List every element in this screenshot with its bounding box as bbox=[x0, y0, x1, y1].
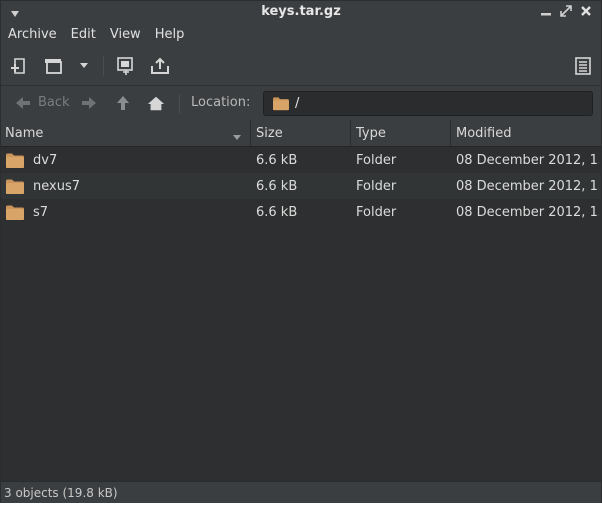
column-type[interactable]: Type bbox=[352, 120, 451, 146]
toolbar-separator bbox=[103, 56, 104, 76]
file-size: 6.6 kB bbox=[256, 178, 298, 194]
column-type-label: Type bbox=[356, 125, 386, 141]
table-row[interactable]: s7 6.6 kB Folder 08 December 2012, 13… bbox=[1, 199, 601, 225]
extract-icon[interactable] bbox=[115, 55, 137, 77]
menu-bar: Archive Edit View Help bbox=[1, 23, 601, 45]
menu-edit[interactable]: Edit bbox=[64, 27, 103, 42]
file-name: s7 bbox=[33, 204, 49, 220]
column-name[interactable]: Name bbox=[1, 120, 251, 146]
file-name-cell: s7 bbox=[5, 199, 249, 225]
folder-icon bbox=[6, 205, 24, 220]
navbar-separator bbox=[179, 94, 180, 114]
menu-view[interactable]: View bbox=[103, 27, 148, 42]
column-size-label: Size bbox=[256, 125, 283, 141]
file-type: Folder bbox=[356, 178, 397, 194]
status-bar: 3 objects (19.8 kB) bbox=[1, 481, 601, 503]
title-bar[interactable]: keys.tar.gz bbox=[1, 1, 601, 23]
file-list: Name Size Type Modified dv7 6.6 kB Folde… bbox=[1, 120, 601, 481]
column-size[interactable]: Size bbox=[252, 120, 351, 146]
column-modified[interactable]: Modified bbox=[452, 120, 601, 146]
folder-icon bbox=[273, 97, 289, 111]
file-name-cell: nexus7 bbox=[5, 173, 249, 199]
properties-icon[interactable] bbox=[572, 55, 594, 77]
file-size: 6.6 kB bbox=[256, 152, 298, 168]
dropdown-arrow-icon[interactable] bbox=[73, 55, 95, 77]
navigation-bar: Back Location: / bbox=[1, 85, 601, 120]
file-modified: 08 December 2012, 13… bbox=[456, 178, 599, 194]
table-row[interactable]: dv7 6.6 kB Folder 08 December 2012, 13… bbox=[1, 147, 601, 173]
file-name-cell: dv7 bbox=[5, 147, 249, 173]
back-label: Back bbox=[38, 95, 70, 110]
file-name: dv7 bbox=[33, 152, 58, 168]
toolbar bbox=[1, 47, 601, 85]
minimize-icon[interactable] bbox=[539, 4, 553, 18]
file-name: nexus7 bbox=[33, 178, 80, 194]
folder-icon bbox=[6, 153, 24, 168]
location-label: Location: bbox=[191, 95, 251, 110]
column-header: Name Size Type Modified bbox=[1, 120, 601, 147]
up-icon[interactable] bbox=[114, 95, 132, 111]
file-type: Folder bbox=[356, 204, 397, 220]
archive-window: keys.tar.gz Archive Edit View Help Back … bbox=[0, 0, 602, 503]
column-name-label: Name bbox=[5, 125, 44, 141]
file-modified: 08 December 2012, 13… bbox=[456, 204, 599, 220]
window-title: keys.tar.gz bbox=[261, 4, 341, 19]
maximize-icon[interactable] bbox=[559, 4, 573, 18]
folder-icon bbox=[6, 179, 24, 194]
table-row[interactable]: nexus7 6.6 kB Folder 08 December 2012, 1… bbox=[1, 173, 601, 199]
menu-archive[interactable]: Archive bbox=[1, 27, 64, 42]
arrow-left-icon bbox=[16, 96, 30, 109]
location-field[interactable]: / bbox=[263, 91, 593, 116]
file-size: 6.6 kB bbox=[256, 204, 298, 220]
sort-down-icon bbox=[232, 130, 242, 145]
column-modified-label: Modified bbox=[456, 125, 512, 141]
file-type: Folder bbox=[356, 152, 397, 168]
home-icon[interactable] bbox=[147, 95, 165, 111]
menu-help[interactable]: Help bbox=[148, 27, 192, 42]
add-files-icon[interactable] bbox=[149, 55, 171, 77]
open-archive-icon[interactable] bbox=[43, 55, 65, 77]
forward-icon[interactable] bbox=[80, 95, 98, 111]
file-modified: 08 December 2012, 13… bbox=[456, 152, 599, 168]
back-button[interactable]: Back bbox=[15, 95, 70, 110]
close-icon[interactable] bbox=[579, 4, 593, 18]
new-archive-icon[interactable] bbox=[8, 55, 30, 77]
location-value: / bbox=[295, 96, 300, 111]
status-text: 3 objects (19.8 kB) bbox=[4, 485, 118, 500]
